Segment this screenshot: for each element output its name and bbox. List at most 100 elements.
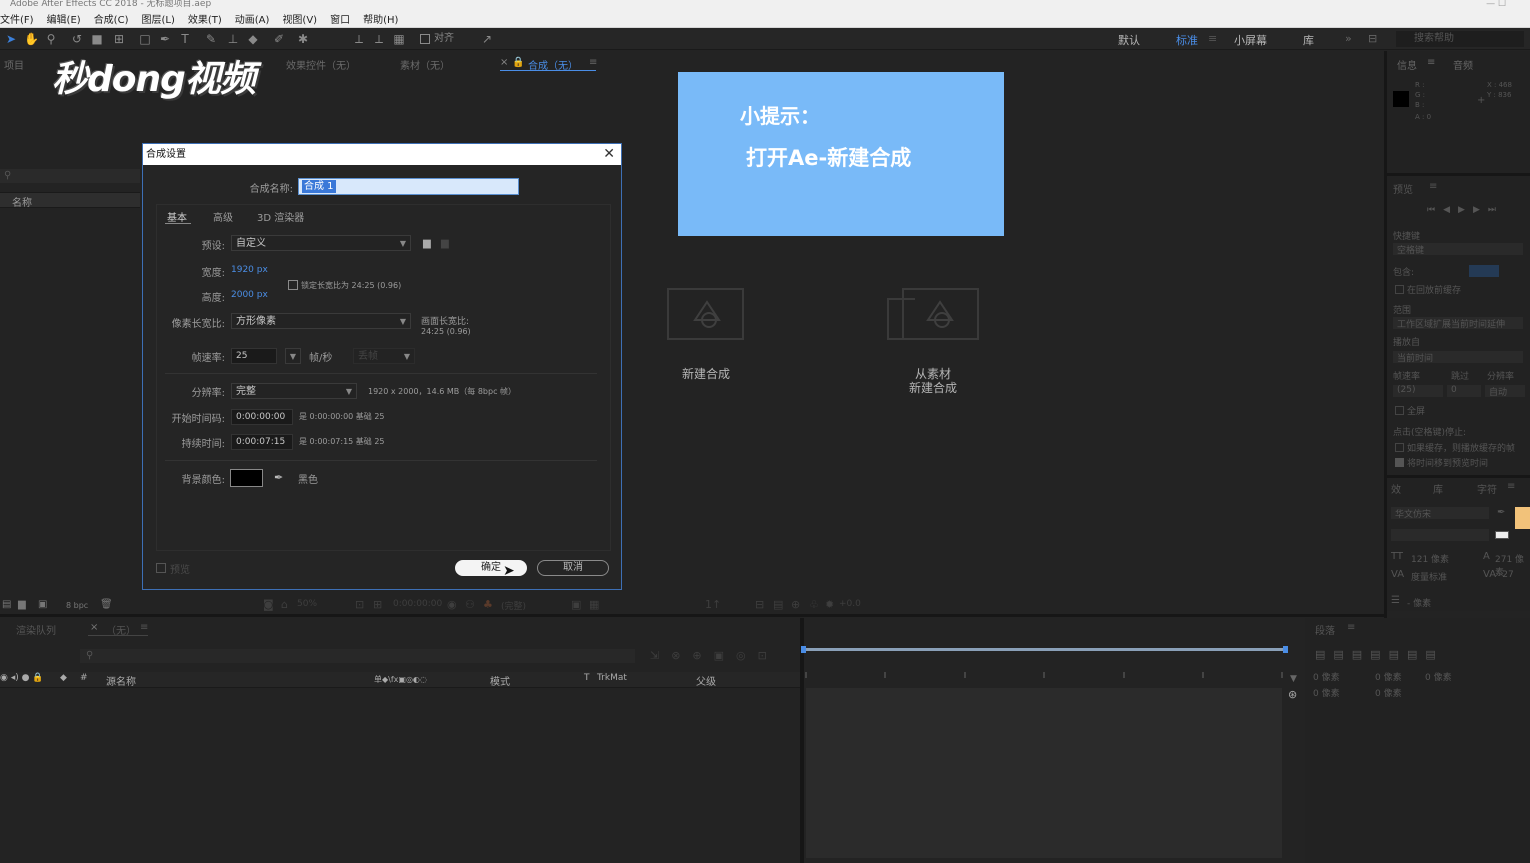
mode-header[interactable]: 模式 <box>490 673 510 688</box>
kerning-value[interactable]: 度量标准 <box>1411 570 1447 583</box>
new-comp-icon[interactable]: ▣ <box>38 599 47 610</box>
space-before-value[interactable]: 0 像素 <box>1313 686 1340 699</box>
menu-animation[interactable]: 动画(A) <box>235 11 270 26</box>
preset-select[interactable]: 自定义 ▼ <box>231 235 411 251</box>
info-tab[interactable]: 信息 <box>1397 57 1417 72</box>
pen-tool-icon[interactable]: ✒ <box>158 32 172 46</box>
t-header[interactable]: T <box>584 673 590 683</box>
eraser-tool-icon[interactable]: ◆ <box>246 32 260 46</box>
work-area-bar[interactable] <box>804 648 1287 651</box>
always-preview-icon[interactable]: ◙ <box>263 598 274 611</box>
include-toggles[interactable] <box>1469 265 1499 277</box>
menu-help[interactable]: 帮助(H) <box>363 11 398 26</box>
range-select[interactable]: 工作区域扩展当前时间延伸 <box>1393 317 1523 330</box>
menu-window[interactable]: 窗口 <box>330 11 350 26</box>
effects-controls-tab[interactable]: 效果控件（无） <box>286 57 356 72</box>
libraries-tab[interactable]: 库 <box>1433 481 1443 496</box>
playback-controls[interactable]: ⏮◀▶▶⏭ <box>1427 205 1504 215</box>
stroke-width-value[interactable]: - 像素 <box>1407 596 1431 609</box>
preview-tab-menu-icon[interactable]: ≡ <box>1429 181 1437 192</box>
font-size-value[interactable]: 121 像素 <box>1411 552 1449 565</box>
workspace-small-screen[interactable]: 小屏幕 <box>1234 32 1267 48</box>
timeline-search-input[interactable] <box>80 649 635 663</box>
ok-button[interactable]: 确定 <box>455 560 527 576</box>
fullscreen-checkbox[interactable] <box>1395 406 1404 415</box>
axis-mode-icon[interactable]: ⟂ <box>352 32 366 46</box>
character-tab[interactable]: 字符 <box>1477 481 1497 496</box>
snap-checkbox[interactable] <box>420 34 430 44</box>
search-help-input[interactable]: 搜索帮助 <box>1396 31 1524 47</box>
quality-select[interactable]: (完整) <box>501 599 526 612</box>
start-timecode-input[interactable]: 0:00:00:00 <box>231 409 293 425</box>
trkmat-header[interactable]: TrkMat <box>597 673 627 683</box>
trash-icon[interactable]: 🗑 <box>100 599 113 610</box>
new-folder-icon[interactable]: ▆ <box>18 599 26 610</box>
res-select[interactable]: 自动 <box>1485 385 1525 398</box>
menu-file[interactable]: 文件(F) <box>0 11 34 26</box>
menu-view[interactable]: 视图(V) <box>282 11 317 26</box>
timeline-track-area[interactable] <box>806 688 1282 858</box>
workspace-libraries[interactable]: 库 <box>1303 32 1314 48</box>
fps-input[interactable]: 25 <box>231 348 277 364</box>
close-tab-icon[interactable]: × <box>500 57 508 68</box>
shortcut-select[interactable]: 空格键 <box>1393 243 1523 256</box>
menu-layer[interactable]: 图层(L) <box>141 11 174 26</box>
region-of-interest-icon[interactable]: ▣ <box>571 598 581 611</box>
snap-options-icon[interactable]: ↗ <box>480 32 494 46</box>
fast-preview-icon[interactable]: ♧ <box>809 598 819 611</box>
work-area-start-handle[interactable] <box>801 646 806 653</box>
view-axis-icon[interactable]: ▦ <box>392 32 406 46</box>
reset-exposure-icon[interactable]: ▤ <box>773 598 783 611</box>
indent-first-value[interactable]: 0 像素 <box>1425 670 1452 683</box>
workspace-overflow-icon[interactable]: » <box>1345 32 1352 45</box>
audio-tab[interactable]: 音频 <box>1453 57 1473 72</box>
brush-tool-icon[interactable]: ✎ <box>204 32 218 46</box>
roto-brush-tool-icon[interactable]: ✐ <box>272 32 286 46</box>
selection-tool-icon[interactable]: ➤ <box>4 32 18 46</box>
info-tab-menu-icon[interactable]: ≡ <box>1427 57 1435 68</box>
align-buttons[interactable]: ▤▤▤▤▤▤▤ <box>1315 648 1444 661</box>
render-queue-tab[interactable]: 渲染队列 <box>16 622 56 637</box>
workspace-menu-icon[interactable]: ≡ <box>1208 32 1217 45</box>
save-preset-icon[interactable]: ▆ <box>423 238 431 249</box>
tab-advanced[interactable]: 高级 <box>213 209 233 224</box>
lock-ratio-checkbox[interactable] <box>288 280 298 290</box>
width-value[interactable]: 1920 px <box>231 265 268 275</box>
bg-color-swatch[interactable] <box>230 469 263 487</box>
tab-basic[interactable]: 基本 <box>167 209 187 224</box>
work-area-end-handle[interactable] <box>1283 646 1288 653</box>
workspace-sync-icon[interactable]: ⊟ <box>1368 32 1377 45</box>
project-tab[interactable]: 项目 <box>4 57 24 72</box>
transparency-grid-icon[interactable]: ▦ <box>589 598 599 611</box>
switches-header[interactable]: 单◆\fx▣◎◐◌ <box>374 674 427 685</box>
parent-header[interactable]: 父级 <box>696 673 716 688</box>
timecode-display[interactable]: 0:00:00:00 <box>393 599 442 609</box>
source-name-header[interactable]: 源名称 <box>106 673 136 688</box>
toggle-pixel-icon[interactable]: ⊟ <box>755 598 764 611</box>
window-controls[interactable]: — ☐ <box>1486 0 1506 9</box>
project-search-input[interactable] <box>0 169 140 183</box>
zoom-select[interactable]: 50% <box>297 599 317 609</box>
column-name[interactable]: 名称 <box>12 194 32 209</box>
tab-menu-icon[interactable]: ≡ <box>589 57 597 68</box>
av-switches-icon[interactable]: ◉ ◂) ● 🔒 <box>0 673 44 683</box>
effects-tab[interactable]: 效 <box>1391 481 1401 496</box>
preview-tab[interactable]: 预览 <box>1393 181 1413 196</box>
rotate-tool-icon[interactable]: ↺ <box>70 32 84 46</box>
indent-left-value[interactable]: 0 像素 <box>1313 670 1340 683</box>
tracking-value[interactable]: -27 <box>1499 570 1514 580</box>
frame-icon[interactable]: ⊡ <box>355 598 364 611</box>
fps-select[interactable]: (25) <box>1393 385 1443 397</box>
resolution-select[interactable]: 完整 ▼ <box>231 383 357 399</box>
world-axis-icon[interactable]: ⟂ <box>372 32 386 46</box>
timeline-switch-icons[interactable]: ⇲⊗⊕▣◎⊡ <box>650 649 779 662</box>
view-layout-icon[interactable]: 1↑ <box>705 598 721 611</box>
play-from-select[interactable]: 当前时间 <box>1393 351 1523 364</box>
flowchart-icon[interactable]: ⊕ <box>791 598 800 611</box>
cancel-button[interactable]: 取消 <box>537 560 609 576</box>
duration-input[interactable]: 0:00:07:15 <box>231 434 293 450</box>
timeline-close-icon[interactable]: × <box>90 622 98 633</box>
font-family-select[interactable]: 华文仿宋 <box>1391 507 1489 520</box>
zoom-to-frame-icon[interactable]: ▼ <box>1290 674 1297 684</box>
bpc-label[interactable]: 8 bpc <box>66 601 88 610</box>
